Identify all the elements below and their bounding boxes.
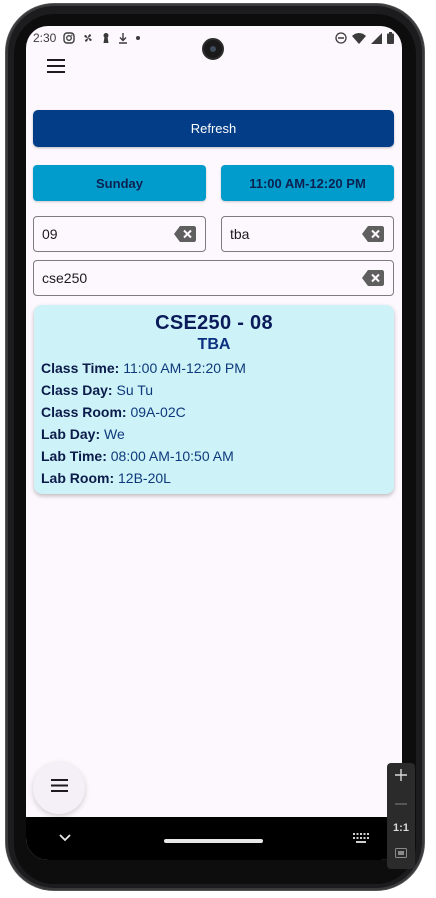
fit-screen-icon — [395, 847, 407, 861]
course-title: CSE250 - 08 — [155, 312, 273, 334]
emulator-zoom-toolbar: 1:1 — [387, 763, 415, 869]
section-input[interactable] — [42, 226, 173, 242]
faculty-field — [221, 216, 394, 252]
floating-action-button[interactable] — [33, 762, 85, 814]
battery-icon — [387, 32, 394, 44]
menu-lines-icon — [50, 779, 68, 797]
do-not-disturb-icon — [335, 32, 347, 44]
minus-icon — [395, 796, 407, 808]
lab-room-row: Lab Room: 12B-20L — [41, 467, 387, 489]
clear-section-icon[interactable] — [173, 226, 197, 242]
keyboard-icon[interactable] — [352, 831, 370, 843]
course-input[interactable] — [42, 270, 361, 286]
fit-screen-button[interactable] — [387, 841, 415, 867]
pinwheel-icon — [82, 32, 94, 44]
class-room-row: Class Room: 09A-02C — [41, 401, 387, 423]
navigation-bar — [26, 817, 402, 860]
time-select-button[interactable]: 11:00 AM-12:20 PM — [221, 165, 394, 201]
class-day-row: Class Day: Su Tu — [41, 379, 387, 401]
lab-time-row: Lab Time: 08:00 AM-10:50 AM — [41, 445, 387, 467]
class-time-value: 11:00 AM-12:20 PM — [123, 360, 246, 376]
hamburger-icon — [47, 58, 65, 78]
lab-day-row: Lab Day: We — [41, 423, 387, 445]
home-handle[interactable] — [164, 839, 263, 843]
lab-room-value: 12B-20L — [118, 470, 171, 486]
clear-faculty-icon[interactable] — [361, 226, 385, 242]
course-card[interactable]: CSE250 - 08 TBA Class Time: 11:00 AM-12:… — [34, 305, 394, 494]
download-icon — [118, 32, 128, 44]
class-day-value: Su Tu — [116, 382, 154, 398]
class-day-label: Class Day: — [41, 382, 113, 398]
refresh-button[interactable]: Refresh — [33, 110, 394, 147]
class-time-label: Class Time: — [41, 360, 120, 376]
faculty-input[interactable] — [230, 226, 361, 242]
section-field — [33, 216, 206, 252]
course-faculty: TBA — [197, 336, 231, 353]
lab-room-label: Lab Room: — [41, 470, 115, 486]
class-room-value: 09A-02C — [130, 404, 186, 420]
lab-time-label: Lab Time: — [41, 448, 107, 464]
wifi-icon — [352, 32, 366, 44]
lab-day-label: Lab Day: — [41, 426, 101, 442]
nav-collapse-icon[interactable] — [56, 830, 74, 846]
lab-time-value: 08:00 AM-10:50 AM — [110, 448, 234, 464]
class-room-label: Class Room: — [41, 404, 127, 420]
zoom-in-button[interactable] — [387, 763, 415, 789]
clear-course-icon[interactable] — [361, 270, 385, 286]
zoom-actual-size-button[interactable]: 1:1 — [387, 815, 415, 841]
class-time-row: Class Time: 11:00 AM-12:20 PM — [41, 357, 387, 379]
zoom-out-button[interactable] — [387, 789, 415, 815]
plus-icon — [395, 768, 407, 784]
phone-screen: 2:30 Refresh Sunday 11:00 AM-12:20 PM 09… — [26, 26, 402, 860]
day-select-button[interactable]: Sunday — [33, 165, 206, 201]
front-camera — [202, 38, 224, 60]
menu-button[interactable] — [42, 56, 70, 80]
signal-icon — [371, 32, 382, 44]
lab-day-value: We — [104, 426, 125, 442]
keyhole-icon — [101, 32, 111, 44]
dot-icon — [135, 35, 141, 41]
instagram-icon — [63, 32, 76, 44]
status-time: 2:30 — [33, 31, 57, 45]
course-field — [33, 260, 394, 296]
